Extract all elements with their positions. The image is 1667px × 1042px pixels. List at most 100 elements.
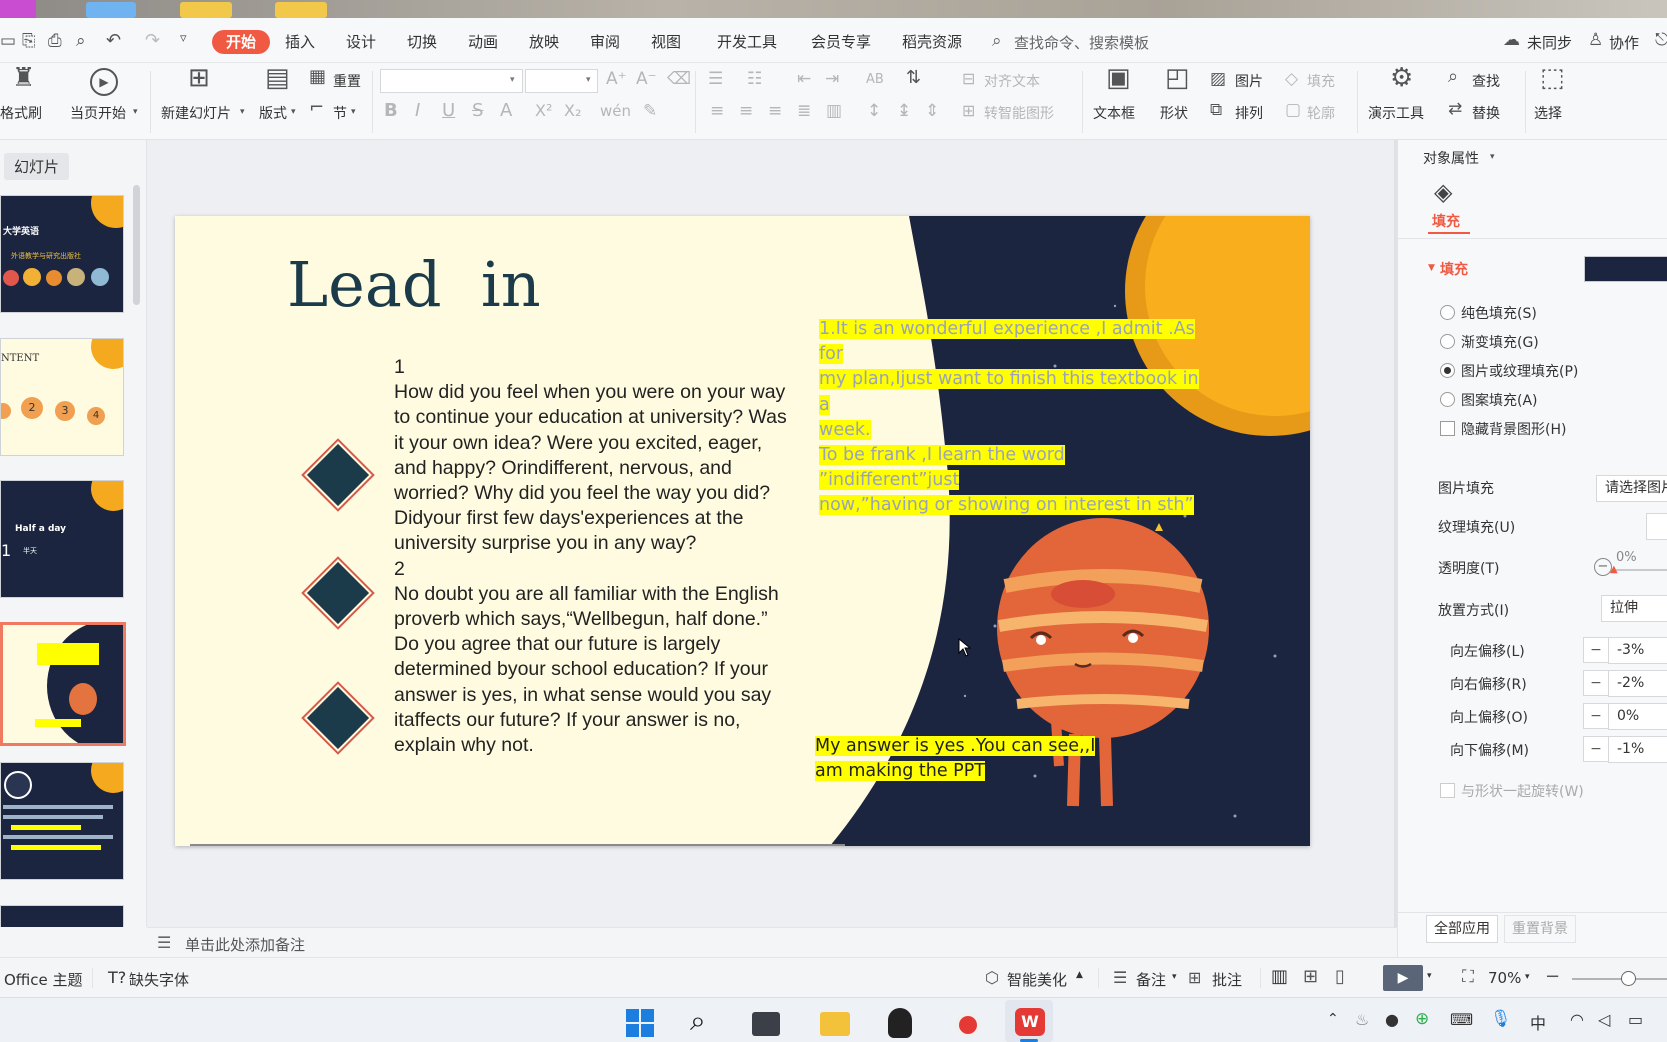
- slide-thumb-4-selected[interactable]: [0, 622, 126, 746]
- solid-fill-radio[interactable]: [1440, 305, 1455, 320]
- underline-icon[interactable]: U: [442, 101, 455, 121]
- subscript-icon[interactable]: X₂: [564, 101, 581, 121]
- collapse-icon[interactable]: ▼: [1428, 263, 1435, 273]
- bold-icon[interactable]: B: [384, 101, 398, 121]
- font-color-icon[interactable]: A: [500, 101, 512, 121]
- preview-icon[interactable]: ⌕: [76, 31, 86, 51]
- dropdown-icon[interactable]: ▾: [586, 75, 591, 85]
- qq-tray-icon[interactable]: ●: [1385, 1010, 1399, 1029]
- customize-icon[interactable]: ▿: [180, 31, 187, 46]
- tab-view[interactable]: 视图: [649, 30, 683, 54]
- spacing-icon[interactable]: ⇕: [925, 101, 939, 121]
- tab-animation[interactable]: 动画: [466, 30, 500, 54]
- tab-insert[interactable]: 插入: [283, 30, 317, 54]
- tab-review[interactable]: 审阅: [588, 30, 622, 54]
- keyboard-icon[interactable]: ⌨: [1450, 1010, 1473, 1029]
- offset-top-input[interactable]: 0%: [1608, 703, 1667, 730]
- zoom-out-icon[interactable]: −: [1545, 966, 1560, 987]
- fill-button[interactable]: 填充: [1307, 71, 1335, 91]
- dropdown-icon[interactable]: ▾: [351, 107, 356, 117]
- pane-scrollbar[interactable]: [133, 185, 140, 305]
- texture-fill-select[interactable]: [1646, 513, 1667, 540]
- strikethrough-icon[interactable]: S: [472, 101, 483, 121]
- fill-section-title[interactable]: 填充: [1440, 259, 1468, 279]
- ime-indicator[interactable]: 中: [1530, 1010, 1546, 1034]
- pattern-fill-label[interactable]: 图案填充(A): [1461, 390, 1538, 410]
- indent-icon[interactable]: ⇥: [825, 69, 839, 89]
- picture-fill-select[interactable]: 请选择图片: [1596, 475, 1667, 502]
- slide-thumb-3[interactable]: Half a day 1 半天: [0, 480, 124, 598]
- justify-icon[interactable]: ≣: [797, 101, 811, 121]
- section-button[interactable]: 节: [333, 103, 347, 123]
- find-button[interactable]: 查找: [1472, 71, 1500, 91]
- slide-thumb-6[interactable]: [0, 905, 124, 927]
- zoom-slider-thumb[interactable]: [1621, 971, 1636, 986]
- export-icon[interactable]: ⎘: [22, 31, 36, 51]
- questions-textbox[interactable]: 1 How did you feel when you were on your…: [394, 355, 789, 758]
- sorter-view-icon[interactable]: ⊞: [1303, 966, 1318, 987]
- para-spacing-icon[interactable]: ↕: [867, 101, 881, 121]
- collab-button[interactable]: 协作: [1609, 32, 1639, 53]
- zoom-slider[interactable]: [1572, 978, 1667, 980]
- comments-button[interactable]: 批注: [1212, 969, 1242, 990]
- tray-expand-icon[interactable]: ⌃: [1327, 1011, 1339, 1027]
- answer-2-textbox[interactable]: My answer is yes .You can see,,I am maki…: [815, 734, 1115, 784]
- panel-header[interactable]: 对象属性: [1423, 148, 1479, 168]
- textbox-button[interactable]: 文本框: [1093, 103, 1135, 123]
- answer-1-textbox[interactable]: 1.It is an wonderful experience ,I admit…: [819, 317, 1199, 519]
- clear-format-icon[interactable]: ⌫: [667, 69, 691, 89]
- dropdown-icon[interactable]: ▾: [1525, 972, 1530, 982]
- align-center-icon[interactable]: ≡: [739, 101, 753, 121]
- tab-developer[interactable]: 开发工具: [715, 30, 779, 54]
- file-explorer-icon[interactable]: [820, 1012, 850, 1036]
- tab-home[interactable]: 开始: [212, 30, 271, 54]
- outline-button[interactable]: 轮廓: [1307, 103, 1335, 123]
- align-left-icon[interactable]: ≡: [710, 101, 724, 121]
- microphone-icon[interactable]: 🎙: [1490, 1009, 1512, 1029]
- align-right-icon[interactable]: ≡: [768, 101, 782, 121]
- increase-font-icon[interactable]: A⁺: [606, 69, 627, 89]
- dropdown-icon[interactable]: ▾: [1427, 971, 1432, 981]
- transparency-slider[interactable]: [1616, 569, 1667, 571]
- layout-button[interactable]: 版式: [259, 103, 287, 123]
- dropdown-icon[interactable]: ▾: [510, 75, 515, 85]
- zoom-level[interactable]: 70%: [1488, 969, 1521, 987]
- normal-view-icon[interactable]: ▥: [1271, 966, 1288, 987]
- smart-beautify-button[interactable]: 智能美化: [1007, 969, 1067, 990]
- offset-top-minus-button[interactable]: −: [1583, 703, 1609, 729]
- bullets-icon[interactable]: ☰: [708, 69, 723, 89]
- dropdown-icon[interactable]: ▾: [1490, 152, 1495, 162]
- search-icon[interactable]: ⌕: [690, 1004, 706, 1038]
- decrease-font-icon[interactable]: A⁻: [636, 69, 657, 89]
- dropdown-icon[interactable]: ▾: [240, 107, 245, 117]
- placement-select[interactable]: 拉伸: [1601, 595, 1667, 622]
- dropdown-icon[interactable]: ▾: [1172, 972, 1177, 982]
- battery-icon[interactable]: ▭: [1628, 1010, 1643, 1029]
- highlight-icon[interactable]: ✎: [643, 101, 657, 121]
- text-direction-icon[interactable]: AB: [866, 70, 884, 90]
- slide-thumb-5[interactable]: [0, 762, 124, 880]
- line-spacing2-icon[interactable]: ↨: [897, 101, 911, 121]
- volume-icon[interactable]: ◁: [1598, 1010, 1610, 1029]
- notes-bar[interactable]: ☰ 单击此处添加备注: [147, 927, 1397, 957]
- picture-button[interactable]: 图片: [1235, 71, 1263, 91]
- fill-color-swatch[interactable]: [1584, 256, 1667, 282]
- offset-bottom-minus-button[interactable]: −: [1583, 736, 1609, 762]
- slide-thumb-2[interactable]: NTENT 2 3 4: [0, 338, 124, 456]
- dropdown-icon[interactable]: ▲: [1076, 970, 1083, 980]
- replace-button[interactable]: 替换: [1472, 103, 1500, 123]
- fit-window-icon[interactable]: ⛶: [1462, 967, 1474, 987]
- dropdown-icon[interactable]: ▾: [291, 107, 296, 117]
- tab-member[interactable]: 会员专享: [809, 30, 873, 54]
- picture-fill-radio[interactable]: [1440, 363, 1455, 378]
- reset-background-button[interactable]: 重置背景: [1504, 915, 1576, 943]
- new-slide-button[interactable]: 新建幻灯片: [161, 103, 231, 123]
- offset-left-input[interactable]: -3%: [1608, 637, 1667, 664]
- theme-name[interactable]: Office 主题: [4, 969, 83, 990]
- shape-button[interactable]: 形状: [1160, 103, 1188, 123]
- slider-thumb[interactable]: ▲: [1610, 564, 1618, 575]
- offset-right-minus-button[interactable]: −: [1583, 670, 1609, 696]
- recorder-icon[interactable]: [955, 1012, 981, 1038]
- offset-bottom-input[interactable]: -1%: [1608, 736, 1667, 763]
- tab-slideshow[interactable]: 放映: [527, 30, 561, 54]
